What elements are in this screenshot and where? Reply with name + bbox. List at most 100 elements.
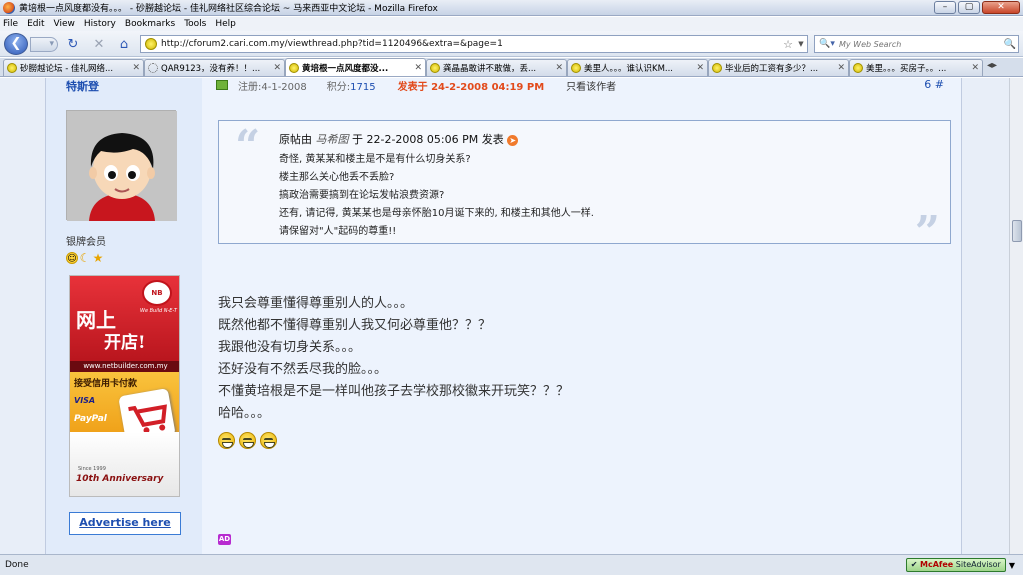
menu-file[interactable]: File: [3, 19, 18, 29]
back-button[interactable]: ❮: [4, 33, 28, 55]
menu-help[interactable]: Help: [215, 19, 236, 29]
quote-open-icon: “: [235, 121, 261, 172]
mcafee-dropdown-icon[interactable]: ▼: [1009, 561, 1015, 570]
tab-1[interactable]: 砂朥越论坛 - 佳礼网络... ✕: [3, 59, 144, 76]
url-text[interactable]: http://cforum2.cari.com.my/viewthread.ph…: [161, 39, 781, 49]
quote-line: 奇怪, 黄某某和楼主是不是有什么切身关系?: [279, 154, 471, 165]
quote-line: 搞政治需要搞到在论坛发帖浪费资源?: [279, 190, 445, 201]
advertise-here-link[interactable]: Advertise here: [69, 512, 181, 535]
tab-close-icon[interactable]: ✕: [971, 63, 979, 73]
reload-icon[interactable]: ↻: [66, 38, 80, 52]
home-icon[interactable]: ⌂: [117, 38, 131, 52]
visa-logo: VISA: [74, 396, 96, 405]
grin-emoticon-icon: [260, 432, 277, 449]
tab-favicon-icon: [712, 63, 722, 73]
quoted-user: 马希图: [315, 133, 349, 146]
post-floor-number[interactable]: 6 #: [924, 78, 944, 91]
stop-icon[interactable]: ✕: [92, 38, 106, 52]
quote-block: “ 原帖由 马希图 于 22-2-2008 05:06 PM 发表 ➤ 奇怪, …: [218, 120, 951, 255]
vertical-scrollbar[interactable]: [1009, 78, 1023, 554]
search-input[interactable]: [839, 39, 1002, 49]
forward-button[interactable]: ▾: [30, 37, 58, 52]
ad-since: Since 1999: [78, 466, 106, 472]
close-button[interactable]: ✕: [982, 1, 1020, 14]
author-name[interactable]: 特斯登: [66, 78, 99, 94]
message-line: 还好没有不然丢尽我的脸。。。: [218, 362, 388, 377]
post-message: 我只会尊重懂得尊重别人的人。。。 既然他都不懂得尊重别人我又何必尊重他？？？ 我…: [218, 293, 569, 425]
tab-favicon-icon: [289, 62, 299, 73]
ad-headline-2: 开店!: [104, 333, 146, 353]
menu-bar: File Edit View History Bookmarks Tools H…: [0, 17, 1023, 31]
tab-label: 砂朥越论坛 - 佳礼网络...: [20, 64, 114, 74]
tab-close-icon[interactable]: ✕: [696, 63, 704, 73]
avatar[interactable]: [66, 110, 177, 221]
tab-label: 美里。。。买房子。。...: [866, 64, 947, 74]
search-go-icon[interactable]: 🔍: [1002, 39, 1018, 50]
menu-tools[interactable]: Tools: [184, 19, 206, 29]
star-rank-icon: ★: [92, 251, 104, 265]
tab-close-icon[interactable]: ✕: [414, 63, 422, 73]
tab-favicon-icon: [571, 63, 581, 73]
address-bar[interactable]: http://cforum2.cari.com.my/viewthread.ph…: [140, 35, 808, 53]
mcafee-siteadvisor-button[interactable]: ✔ McAfee SiteAdvisor: [905, 558, 1006, 572]
tab-close-icon[interactable]: ✕: [132, 63, 140, 73]
tab-label: QAR9123，没有养！！...: [161, 64, 261, 74]
menu-edit[interactable]: Edit: [27, 19, 44, 29]
rank-icons: ☺ ☾ ★: [66, 252, 104, 264]
ad-bottom-panel: [70, 432, 179, 496]
scrollbar-thumb[interactable]: [1012, 220, 1022, 242]
message-line: 我跟他没有切身关系。。。: [218, 340, 362, 355]
tab-close-icon[interactable]: ✕: [837, 63, 845, 73]
tab-close-icon[interactable]: ✕: [273, 63, 281, 73]
ad-site-url: www.netbuilder.com.my: [70, 361, 179, 372]
menu-bookmarks[interactable]: Bookmarks: [125, 19, 175, 29]
member-level: 银牌会员: [66, 237, 106, 248]
quote-line: 请保留对"人"起码的尊重!!: [279, 226, 397, 237]
quote-prefix: 原帖由: [279, 133, 312, 146]
grin-emoticon-icon: [239, 432, 256, 449]
menu-history[interactable]: History: [84, 19, 116, 29]
tab-label: 龚晶晶敢讲不敢做，丢...: [443, 64, 537, 74]
tab-favicon-icon: [853, 63, 863, 73]
smiley-rank-icon: ☺: [66, 252, 78, 264]
post-time: 发表于 24-2-2008 04:19 PM: [397, 81, 545, 93]
tab-favicon-icon: [7, 63, 17, 73]
emoticons: [218, 432, 277, 449]
tab-3-active[interactable]: 黄培根一点风度都没... ✕: [285, 58, 426, 76]
bookmark-star-icon[interactable]: ☆: [781, 38, 795, 51]
points-label: 积分:: [326, 81, 351, 93]
tab-4[interactable]: 龚晶晶敢讲不敢做，丢... ✕: [426, 59, 567, 76]
navigation-toolbar: ❮ ▾ ↻ ✕ ⌂ http://cforum2.cari.com.my/vie…: [0, 31, 1023, 57]
tab-5[interactable]: 美里人。。。谁认识KM... ✕: [567, 59, 708, 76]
ad-marker-icon[interactable]: AD: [218, 534, 231, 545]
netbuilder-ad-banner[interactable]: NB We Build N-E-T 网上 开店! www.netbuilder.…: [69, 275, 180, 497]
status-text: Done: [5, 560, 29, 570]
ad-slogan: We Build N-E-T: [140, 308, 177, 314]
menu-view[interactable]: View: [54, 19, 75, 29]
search-bar[interactable]: 🔍▾ 🔍: [814, 35, 1019, 53]
message-line: 不懂黄培根是不是一样叫他孩子去学校那校徽来开玩笑？？？: [218, 384, 570, 399]
quote-line: 楼主那么关心他丢不丢脸?: [279, 172, 395, 183]
mcafee-brand: McAfee: [919, 560, 954, 569]
quote-close-icon: ”: [914, 207, 940, 258]
tab-2[interactable]: QAR9123，没有养！！... ✕: [144, 59, 285, 76]
moon-rank-icon: ☾: [79, 251, 91, 265]
page-content: 特斯登 银牌会员 ☺ ☾ ★ NB We Build N-E-T 网上 开店! …: [0, 78, 1009, 554]
netbuilder-logo-icon: NB: [142, 280, 172, 306]
minimize-button[interactable]: –: [934, 1, 956, 14]
tab-close-icon[interactable]: ✕: [555, 63, 563, 73]
only-author-link[interactable]: 只看该作者: [566, 78, 616, 93]
quote-text: 奇怪, 黄某某和楼主是不是有什么切身关系? 楼主那么关心他丢不丢脸? 搞政治需要…: [279, 151, 594, 241]
message-line: 哈哈。。。: [218, 406, 271, 421]
message-line: 我只会尊重懂得尊重别人的人。。。: [218, 296, 414, 311]
tab-list-arrows-icon[interactable]: ◂▸: [983, 60, 1001, 76]
tab-label: 美里人。。。谁认识KM...: [584, 64, 674, 74]
search-engine-icon[interactable]: 🔍▾: [815, 39, 839, 49]
maximize-button[interactable]: ▢: [958, 1, 980, 14]
tab-6[interactable]: 毕业后的工资有多少？... ✕: [708, 59, 849, 76]
quote-line: 还有, 请记得, 黄某某也是母亲怀胎10月诞下来的, 和楼主和其他人一样.: [279, 208, 594, 219]
tab-7[interactable]: 美里。。。买房子。。... ✕: [849, 59, 983, 76]
site-favicon-icon: [145, 38, 157, 50]
url-dropdown-icon[interactable]: ▼: [795, 40, 807, 48]
goto-original-icon[interactable]: ➤: [507, 134, 519, 146]
